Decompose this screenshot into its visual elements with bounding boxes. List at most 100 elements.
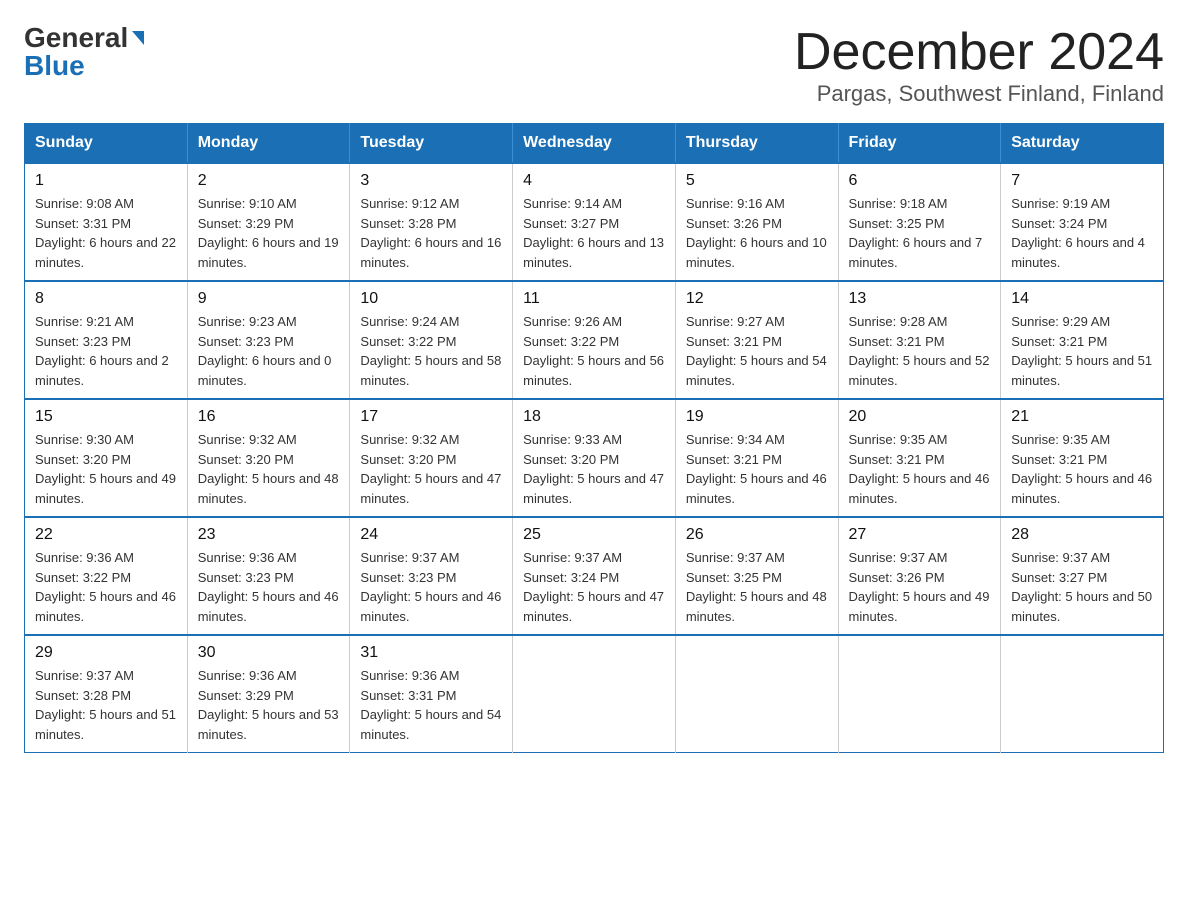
calendar-cell: 27 Sunrise: 9:37 AM Sunset: 3:26 PM Dayl…: [838, 517, 1001, 635]
day-info: Sunrise: 9:30 AM Sunset: 3:20 PM Dayligh…: [35, 430, 177, 508]
calendar-cell: 13 Sunrise: 9:28 AM Sunset: 3:21 PM Dayl…: [838, 281, 1001, 399]
day-info: Sunrise: 9:27 AM Sunset: 3:21 PM Dayligh…: [686, 312, 828, 390]
day-number: 22: [35, 526, 177, 544]
day-number: 21: [1011, 408, 1153, 426]
calendar-cell: 12 Sunrise: 9:27 AM Sunset: 3:21 PM Dayl…: [675, 281, 838, 399]
day-info: Sunrise: 9:18 AM Sunset: 3:25 PM Dayligh…: [849, 194, 991, 272]
day-info: Sunrise: 9:33 AM Sunset: 3:20 PM Dayligh…: [523, 430, 665, 508]
page-subtitle: Pargas, Southwest Finland, Finland: [794, 81, 1164, 107]
day-number: 26: [686, 526, 828, 544]
calendar-cell: 21 Sunrise: 9:35 AM Sunset: 3:21 PM Dayl…: [1001, 399, 1164, 517]
calendar-cell: [1001, 635, 1164, 753]
day-info: Sunrise: 9:35 AM Sunset: 3:21 PM Dayligh…: [1011, 430, 1153, 508]
calendar-cell: 17 Sunrise: 9:32 AM Sunset: 3:20 PM Dayl…: [350, 399, 513, 517]
day-number: 16: [198, 408, 340, 426]
calendar-body: 1 Sunrise: 9:08 AM Sunset: 3:31 PM Dayli…: [25, 163, 1164, 753]
calendar-cell: 15 Sunrise: 9:30 AM Sunset: 3:20 PM Dayl…: [25, 399, 188, 517]
day-number: 2: [198, 172, 340, 190]
day-info: Sunrise: 9:26 AM Sunset: 3:22 PM Dayligh…: [523, 312, 665, 390]
col-tuesday: Tuesday: [350, 124, 513, 164]
day-info: Sunrise: 9:35 AM Sunset: 3:21 PM Dayligh…: [849, 430, 991, 508]
calendar-cell: 25 Sunrise: 9:37 AM Sunset: 3:24 PM Dayl…: [513, 517, 676, 635]
col-wednesday: Wednesday: [513, 124, 676, 164]
day-number: 17: [360, 408, 502, 426]
calendar-cell: 30 Sunrise: 9:36 AM Sunset: 3:29 PM Dayl…: [187, 635, 350, 753]
calendar-cell: 14 Sunrise: 9:29 AM Sunset: 3:21 PM Dayl…: [1001, 281, 1164, 399]
calendar-week-row: 22 Sunrise: 9:36 AM Sunset: 3:22 PM Dayl…: [25, 517, 1164, 635]
calendar-cell: 24 Sunrise: 9:37 AM Sunset: 3:23 PM Dayl…: [350, 517, 513, 635]
day-number: 11: [523, 290, 665, 308]
day-number: 13: [849, 290, 991, 308]
calendar-table: Sunday Monday Tuesday Wednesday Thursday…: [24, 123, 1164, 753]
day-info: Sunrise: 9:23 AM Sunset: 3:23 PM Dayligh…: [198, 312, 340, 390]
day-number: 19: [686, 408, 828, 426]
calendar-cell: 22 Sunrise: 9:36 AM Sunset: 3:22 PM Dayl…: [25, 517, 188, 635]
day-info: Sunrise: 9:10 AM Sunset: 3:29 PM Dayligh…: [198, 194, 340, 272]
day-number: 24: [360, 526, 502, 544]
col-monday: Monday: [187, 124, 350, 164]
calendar-cell: 9 Sunrise: 9:23 AM Sunset: 3:23 PM Dayli…: [187, 281, 350, 399]
title-block: December 2024 Pargas, Southwest Finland,…: [794, 24, 1164, 107]
day-number: 20: [849, 408, 991, 426]
day-info: Sunrise: 9:37 AM Sunset: 3:26 PM Dayligh…: [849, 548, 991, 626]
calendar-cell: 26 Sunrise: 9:37 AM Sunset: 3:25 PM Dayl…: [675, 517, 838, 635]
calendar-cell: 11 Sunrise: 9:26 AM Sunset: 3:22 PM Dayl…: [513, 281, 676, 399]
day-number: 23: [198, 526, 340, 544]
calendar-cell: 10 Sunrise: 9:24 AM Sunset: 3:22 PM Dayl…: [350, 281, 513, 399]
day-number: 25: [523, 526, 665, 544]
calendar-header: Sunday Monday Tuesday Wednesday Thursday…: [25, 124, 1164, 164]
day-number: 7: [1011, 172, 1153, 190]
calendar-cell: [513, 635, 676, 753]
calendar-cell: 3 Sunrise: 9:12 AM Sunset: 3:28 PM Dayli…: [350, 163, 513, 281]
day-number: 12: [686, 290, 828, 308]
calendar-cell: 23 Sunrise: 9:36 AM Sunset: 3:23 PM Dayl…: [187, 517, 350, 635]
logo: General Blue: [24, 24, 144, 80]
day-info: Sunrise: 9:36 AM Sunset: 3:31 PM Dayligh…: [360, 666, 502, 744]
day-info: Sunrise: 9:37 AM Sunset: 3:23 PM Dayligh…: [360, 548, 502, 626]
calendar-cell: 2 Sunrise: 9:10 AM Sunset: 3:29 PM Dayli…: [187, 163, 350, 281]
calendar-cell: 20 Sunrise: 9:35 AM Sunset: 3:21 PM Dayl…: [838, 399, 1001, 517]
day-info: Sunrise: 9:08 AM Sunset: 3:31 PM Dayligh…: [35, 194, 177, 272]
day-info: Sunrise: 9:37 AM Sunset: 3:28 PM Dayligh…: [35, 666, 177, 744]
day-number: 27: [849, 526, 991, 544]
calendar-week-row: 29 Sunrise: 9:37 AM Sunset: 3:28 PM Dayl…: [25, 635, 1164, 753]
calendar-week-row: 8 Sunrise: 9:21 AM Sunset: 3:23 PM Dayli…: [25, 281, 1164, 399]
day-info: Sunrise: 9:21 AM Sunset: 3:23 PM Dayligh…: [35, 312, 177, 390]
day-number: 29: [35, 644, 177, 662]
day-number: 6: [849, 172, 991, 190]
logo-blue: Blue: [24, 52, 85, 80]
day-info: Sunrise: 9:32 AM Sunset: 3:20 PM Dayligh…: [360, 430, 502, 508]
day-number: 9: [198, 290, 340, 308]
col-friday: Friday: [838, 124, 1001, 164]
calendar-cell: 4 Sunrise: 9:14 AM Sunset: 3:27 PM Dayli…: [513, 163, 676, 281]
day-number: 18: [523, 408, 665, 426]
day-info: Sunrise: 9:36 AM Sunset: 3:22 PM Dayligh…: [35, 548, 177, 626]
day-info: Sunrise: 9:16 AM Sunset: 3:26 PM Dayligh…: [686, 194, 828, 272]
col-saturday: Saturday: [1001, 124, 1164, 164]
calendar-cell: 1 Sunrise: 9:08 AM Sunset: 3:31 PM Dayli…: [25, 163, 188, 281]
day-info: Sunrise: 9:32 AM Sunset: 3:20 PM Dayligh…: [198, 430, 340, 508]
header-row: Sunday Monday Tuesday Wednesday Thursday…: [25, 124, 1164, 164]
day-number: 3: [360, 172, 502, 190]
day-number: 10: [360, 290, 502, 308]
day-number: 8: [35, 290, 177, 308]
logo-arrow-icon: [132, 31, 144, 45]
calendar-cell: [675, 635, 838, 753]
day-number: 5: [686, 172, 828, 190]
day-info: Sunrise: 9:34 AM Sunset: 3:21 PM Dayligh…: [686, 430, 828, 508]
calendar-week-row: 1 Sunrise: 9:08 AM Sunset: 3:31 PM Dayli…: [25, 163, 1164, 281]
day-info: Sunrise: 9:37 AM Sunset: 3:25 PM Dayligh…: [686, 548, 828, 626]
day-number: 30: [198, 644, 340, 662]
day-info: Sunrise: 9:19 AM Sunset: 3:24 PM Dayligh…: [1011, 194, 1153, 272]
page-header: General Blue December 2024 Pargas, South…: [24, 24, 1164, 107]
day-number: 15: [35, 408, 177, 426]
day-number: 31: [360, 644, 502, 662]
col-thursday: Thursday: [675, 124, 838, 164]
calendar-cell: 29 Sunrise: 9:37 AM Sunset: 3:28 PM Dayl…: [25, 635, 188, 753]
calendar-cell: 31 Sunrise: 9:36 AM Sunset: 3:31 PM Dayl…: [350, 635, 513, 753]
day-info: Sunrise: 9:36 AM Sunset: 3:23 PM Dayligh…: [198, 548, 340, 626]
calendar-cell: 19 Sunrise: 9:34 AM Sunset: 3:21 PM Dayl…: [675, 399, 838, 517]
calendar-cell: 8 Sunrise: 9:21 AM Sunset: 3:23 PM Dayli…: [25, 281, 188, 399]
calendar-cell: 18 Sunrise: 9:33 AM Sunset: 3:20 PM Dayl…: [513, 399, 676, 517]
calendar-cell: 5 Sunrise: 9:16 AM Sunset: 3:26 PM Dayli…: [675, 163, 838, 281]
